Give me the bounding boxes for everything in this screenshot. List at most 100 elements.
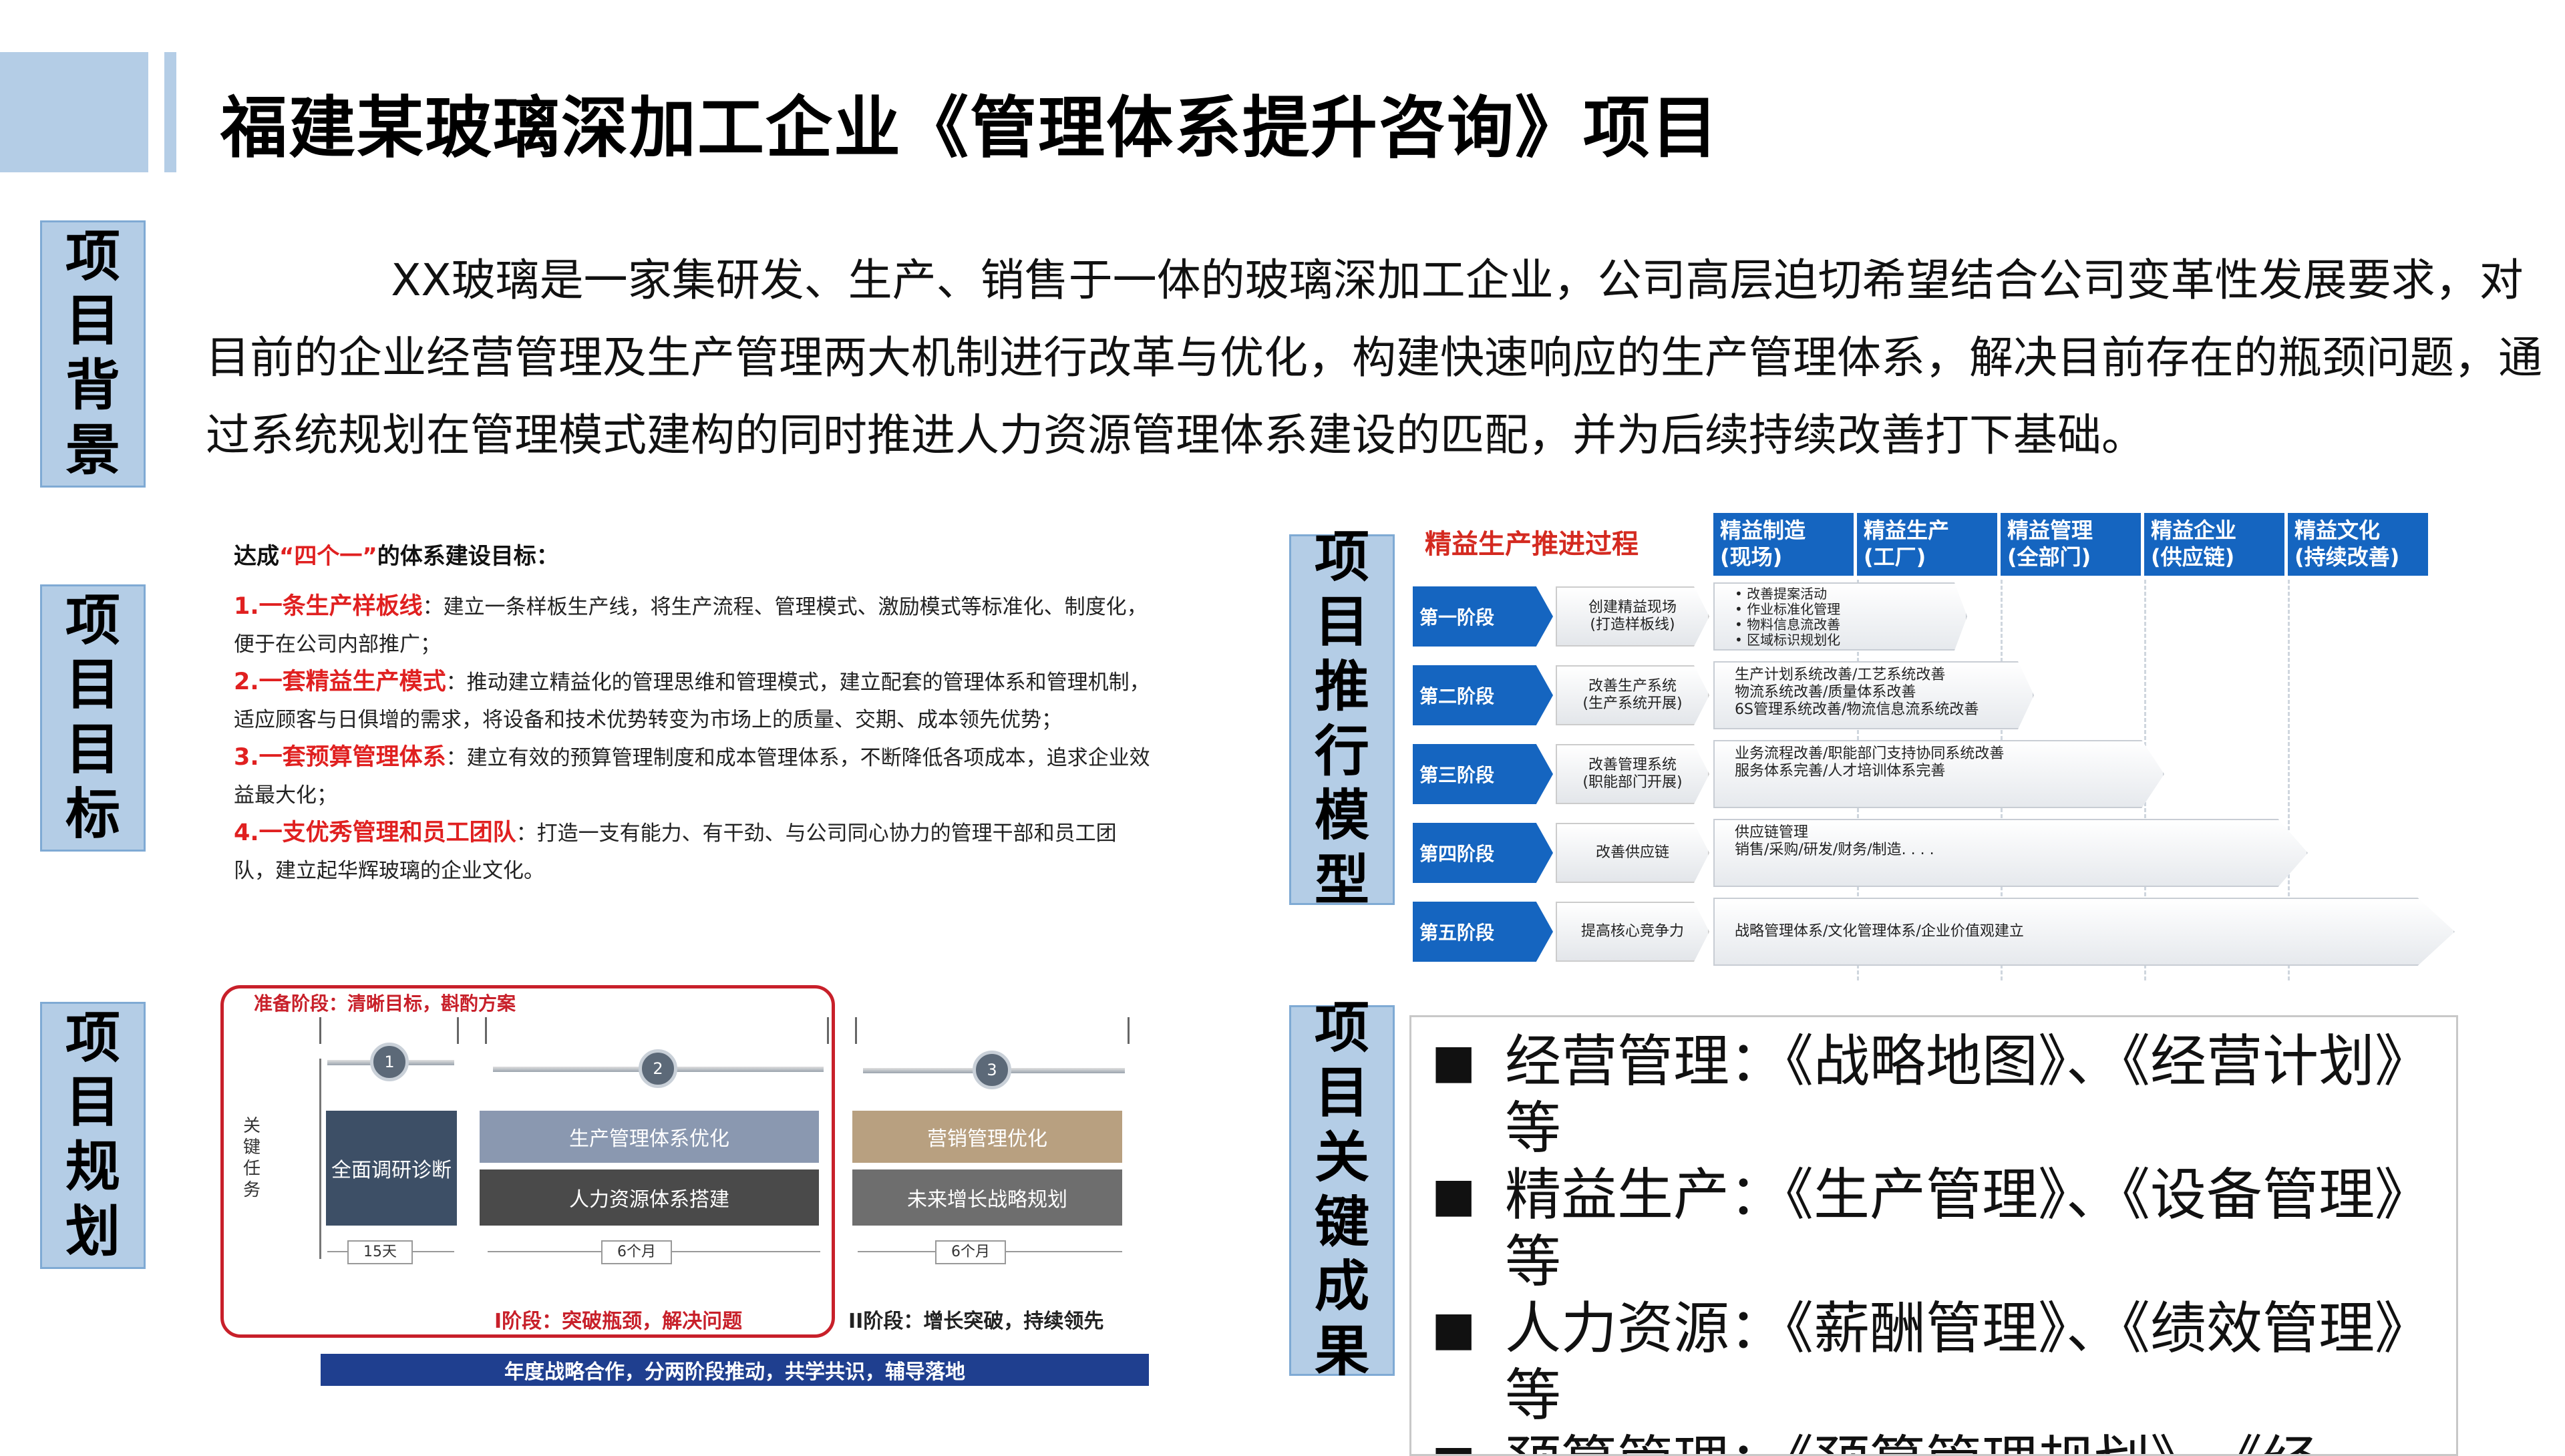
plan-footer-bar: 年度战略合作，分两阶段推动，共学共识，辅导落地 xyxy=(321,1354,1149,1386)
model-phase-desc: 创建精益现场 (打造样板线) xyxy=(1556,586,1709,647)
tick xyxy=(485,1017,487,1044)
task-strategy: 未来增长战略规划 xyxy=(852,1169,1122,1226)
tick xyxy=(319,1017,321,1044)
phase2-label: II阶段：增长突破，持续领先 xyxy=(848,1310,1104,1333)
label-plan-text: 项目规划 xyxy=(65,1006,120,1264)
goal-item: 1.一条生产样板线：建立一条样板生产线，将生产流程、管理模式、激励模式等标准化、… xyxy=(234,588,1156,663)
label-model-text: 项目推行模型 xyxy=(1314,526,1369,912)
goal-item-head: 3.一套预算管理体系 xyxy=(234,744,446,771)
label-plan: 项目规划 xyxy=(40,1002,146,1269)
tick xyxy=(827,1017,829,1044)
result-item: ■ 人力资源：《薪酬管理》、《绩效管理》等 xyxy=(1411,1295,2427,1429)
task-production-system: 生产管理体系优化 xyxy=(480,1111,819,1163)
model-column-text: 精益生产 (工厂) xyxy=(1864,518,1950,570)
prep-phase-label: 准备阶段：清晰目标，斟酌方案 xyxy=(254,992,516,1015)
model-column-text: 精益制造 (现场) xyxy=(1720,518,1806,570)
model-phase-name: 第五阶段 xyxy=(1413,902,1553,962)
label-model: 项目推行模型 xyxy=(1289,526,1395,912)
result-item-text: 人力资源：《薪酬管理》、《绩效管理》等 xyxy=(1505,1296,2403,1428)
model-phase-row: 第一阶段 创建精益现场 (打造样板线) • 改善提案活动 • 作业标准化管理 •… xyxy=(1413,580,2458,652)
duration-label: 15天 xyxy=(347,1240,413,1264)
model-column: 精益文化 (持续改善) xyxy=(2288,513,2428,576)
goal-intro: 达成“四个一”的体系建设目标： xyxy=(234,538,559,570)
model-phase-desc: 改善供应链 xyxy=(1556,823,1709,883)
goal-item: 3.一套预算管理体系：建立有效的预算管理制度和成本管理体系，不断降低各项成本，追… xyxy=(234,739,1156,814)
model-phase-content-text: • 改善提案活动 • 作业标准化管理 • 物料信息流改善 • 区域标识规划化 xyxy=(1735,586,1841,648)
model-phase-name: 第四阶段 xyxy=(1413,823,1553,883)
goal-intro-highlight: “四个一” xyxy=(279,543,377,570)
model-column-text: 精益文化 (持续改善) xyxy=(2294,518,2400,570)
model-phase-content: • 改善提案活动 • 作业标准化管理 • 物料信息流改善 • 区域标识规划化 xyxy=(1713,582,1967,651)
model-phase-content-text: 生产计划系统改善/工艺系统改善 物流系统改善/质量体系改善 6S管理系统改善/物… xyxy=(1735,667,1979,718)
model-phase-desc-text: 改善供应链 xyxy=(1595,844,1669,861)
model-phase-content-text: 业务流程改善/职能部门支持协同系统改善 服务体系完善/人才培训体系完善 xyxy=(1735,745,2005,779)
model-phase-desc-text: 提高核心竞争力 xyxy=(1580,923,1684,940)
model-column: 精益管理 (全部门) xyxy=(2001,513,2141,576)
stage-circle: 3 xyxy=(973,1051,1011,1089)
model-phase-content-text: 供应链管理 销售/采购/研发/财务/制造. . . . xyxy=(1735,824,1934,858)
stage-circle: 1 xyxy=(370,1043,409,1081)
task-research: 全面调研诊断 xyxy=(326,1111,457,1226)
duration-label: 6个月 xyxy=(935,1240,1006,1264)
goal-item: 4.一支优秀管理和员工团队：打造一支有能力、有干劲、与公司同心协力的管理干部和员… xyxy=(234,814,1156,890)
task-hr-system: 人力资源体系搭建 xyxy=(480,1169,819,1226)
model-column: 精益制造 (现场) xyxy=(1713,513,1854,576)
background-paragraph: XX玻璃是一家集研发、生产、销售于一体的玻璃深加工企业，公司高层迫切希望结合公司… xyxy=(206,254,2542,461)
model-phase-desc-text: 改善管理系统 (职能部门开展) xyxy=(1582,757,1683,791)
model-phase-name: 第三阶段 xyxy=(1413,744,1553,804)
label-goal: 项目目标 xyxy=(40,584,146,852)
goal-list: 1.一条生产样板线：建立一条样板生产线，将生产流程、管理模式、激励模式等标准化、… xyxy=(234,588,1156,890)
model-column: 精益生产 (工厂) xyxy=(1857,513,1997,576)
model-column-text: 精益企业 (供应链) xyxy=(2151,518,2237,570)
goal-intro-suffix: 的体系建设目标： xyxy=(377,543,559,570)
model-phase-desc: 改善生产系统 (生产系统开展) xyxy=(1556,665,1709,725)
model-phase-row: 第五阶段 提高核心竞争力 战略管理体系/文化管理体系/企业价值观建立 xyxy=(1413,895,2458,967)
label-results: 项目关键成果 xyxy=(1289,996,1395,1383)
model-phase-row: 第四阶段 改善供应链 供应链管理 销售/采购/研发/财务/制造. . . . xyxy=(1413,816,2458,888)
page-title: 福建某玻璃深加工企业《管理体系提升咨询》项目 xyxy=(220,89,1719,167)
label-goal-text: 项目目标 xyxy=(65,588,120,846)
task-marketing: 营销管理优化 xyxy=(852,1111,1122,1163)
model-phase-content-text: 战略管理体系/文化管理体系/企业价值观建立 xyxy=(1735,923,2024,940)
model-phase-desc: 改善管理系统 (职能部门开展) xyxy=(1556,744,1709,804)
goal-intro-prefix: 达成 xyxy=(234,543,279,570)
result-item-text: 经营管理：《战略地图》、《经营计划》等 xyxy=(1505,1029,2403,1161)
model-phase-content: 业务流程改善/职能部门支持协同系统改善 服务体系完善/人才培训体系完善 xyxy=(1713,740,2164,808)
label-background-text: 项目背景 xyxy=(65,224,120,482)
goal-item-head: 4.一支优秀管理和员工团队 xyxy=(234,820,516,846)
bullet-square-icon: ■ xyxy=(1431,1301,1476,1356)
plan-timeline: 准备阶段：清晰目标，斟酌方案 关键任务 1 2 3 全面调研诊断 生产管理体系优… xyxy=(220,985,1149,1399)
goal-item: 2.一套精益生产模式：推动建立精益化的管理思维和管理模式，建立配套的管理体系和管… xyxy=(234,663,1156,739)
goal-item-head: 1.一条生产样板线 xyxy=(234,593,423,620)
result-item: ■ 经营管理：《战略地图》、《经营计划》等 xyxy=(1411,1028,2427,1161)
model-phase-desc: 提高核心竞争力 xyxy=(1556,902,1709,962)
model-column: 精益企业 (供应链) xyxy=(2144,513,2284,576)
model-phase-desc-text: 创建精益现场 (打造样板线) xyxy=(1588,599,1677,633)
model-column-text: 精益管理 (全部门) xyxy=(2007,518,2093,570)
bullet-square-icon: ■ xyxy=(1431,1167,1476,1222)
model-title: 精益生产推进过程 xyxy=(1425,529,1639,560)
timeline-axis xyxy=(319,1059,321,1259)
header-decoration-bar xyxy=(164,52,176,172)
model-phase-content: 战略管理体系/文化管理体系/企业价值观建立 xyxy=(1713,898,2455,966)
duration-label: 6个月 xyxy=(601,1240,672,1264)
model-phase-name: 第二阶段 xyxy=(1413,665,1553,725)
key-results-list: ■ 经营管理：《战略地图》、《经营计划》等 ■ 精益生产：《生产管理》、《设备管理》… xyxy=(1411,1017,2456,1454)
model-phase-desc-text: 改善生产系统 (生产系统开展) xyxy=(1582,678,1683,712)
lean-model-diagram: 精益生产推进过程 精益制造 (现场) 精益生产 (工厂) 精益管理 (全部门) … xyxy=(1413,508,2458,985)
model-phase-content: 生产计划系统改善/工艺系统改善 物流系统改善/质量体系改善 6S管理系统改善/物… xyxy=(1713,661,2034,729)
tick xyxy=(457,1017,459,1044)
tick xyxy=(855,1017,857,1044)
model-phase-row: 第三阶段 改善管理系统 (职能部门开展) 业务流程改善/职能部门支持协同系统改善… xyxy=(1413,737,2458,809)
model-phase-row: 第二阶段 改善生产系统 (生产系统开展) 生产计划系统改善/工艺系统改善 物流系… xyxy=(1413,659,2458,731)
goal-item-head: 2.一套精益生产模式 xyxy=(234,669,446,695)
tick xyxy=(1128,1017,1130,1044)
result-item-text: 精益生产：《生产管理》、《设备管理》等 xyxy=(1505,1162,2403,1294)
model-phase-name: 第一阶段 xyxy=(1413,586,1553,647)
header-decoration-block xyxy=(0,52,148,172)
key-results-box: ■ 经营管理：《战略地图》、《经营计划》等 ■ 精益生产：《生产管理》、《设备管理》… xyxy=(1409,1015,2458,1456)
bullet-square-icon: ■ xyxy=(1431,1034,1476,1089)
result-item: ■ 精益生产：《生产管理》、《设备管理》等 xyxy=(1411,1161,2427,1295)
stage-circle: 2 xyxy=(639,1049,677,1088)
label-background: 项目背景 xyxy=(40,220,146,488)
